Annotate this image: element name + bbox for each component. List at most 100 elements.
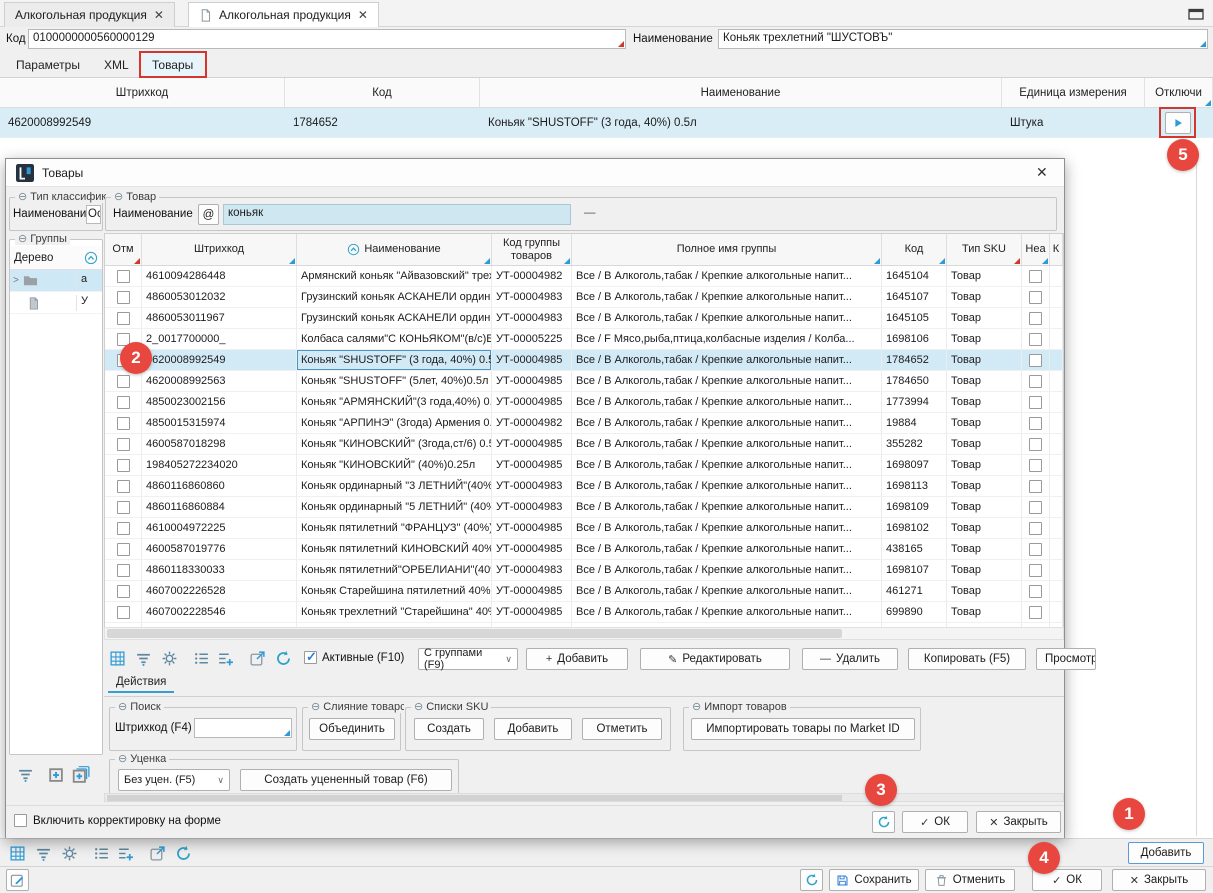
row-inactive-checkbox[interactable] [1029,354,1042,367]
row-inactive-checkbox[interactable] [1029,312,1042,325]
close-tab-icon[interactable]: ✕ [358,8,368,22]
collapse-icon[interactable]: ⊖ [118,700,127,713]
row-mark-checkbox[interactable] [117,564,130,577]
close-tab-icon[interactable]: ✕ [154,8,164,22]
classifier-input[interactable]: Ос [86,205,101,224]
col-name[interactable]: Наименование [297,234,492,265]
tab-actions[interactable]: Действия [108,673,174,693]
table-row[interactable]: 4607002226528Коньяк Старейшина пятилетни… [105,581,1063,602]
collapse-icon[interactable]: ⊖ [114,190,123,203]
table-row[interactable]: 4860116860860Коньяк ординарный "3 ЛЕТНИЙ… [105,476,1063,497]
row-mark-checkbox[interactable] [117,501,130,514]
delete-product-button[interactable]: — Удалить [802,648,898,670]
table-row[interactable]: 198405272234020Коньяк "КИНОВСКИЙ" (40%)0… [105,455,1063,476]
row-inactive-checkbox[interactable] [1029,480,1042,493]
document-tab-2[interactable]: Алкогольная продукция ✕ [188,2,379,27]
groups-mode-select[interactable]: С группами (F9) ∨ [418,648,518,670]
close-button[interactable]: ✕ Закрыть [1112,869,1206,891]
panel-hscrollbar[interactable] [104,793,1064,802]
grid-view-icon[interactable] [106,647,128,669]
export-icon[interactable] [146,842,168,864]
gear-icon[interactable] [158,647,180,669]
row-mark-checkbox[interactable] [117,438,130,451]
scrollbar-thumb[interactable] [107,795,842,801]
row-inactive-checkbox[interactable] [1029,333,1042,346]
table-row[interactable]: 4850015315974Коньяк "АРПИНЭ" (3года) Арм… [105,413,1063,434]
filter-icon[interactable] [132,647,154,669]
add-product-button[interactable]: + Добавить [526,648,628,670]
dialog-ok-button[interactable]: ✓ ОК [902,811,968,833]
list-icon[interactable] [90,842,112,864]
add-button[interactable]: Добавить [1128,842,1204,864]
expand-all-icon[interactable] [70,763,92,785]
table-row[interactable]: 4860053011967Грузинский коньяк АСКАНЕЛИ … [105,308,1063,329]
row-mark-checkbox[interactable] [117,396,130,409]
row-mark-checkbox[interactable] [117,459,130,472]
row-inactive-checkbox[interactable] [1029,459,1042,472]
refresh-icon[interactable] [272,647,294,669]
dialog-close-button[interactable]: ✕ Закрыть [976,811,1061,833]
row-inactive-checkbox[interactable] [1029,438,1042,451]
row-mark-checkbox[interactable] [117,606,130,619]
sku-mark-button[interactable]: Отметить [582,718,662,740]
window-restore-icon[interactable] [1188,6,1204,22]
table-row[interactable]: 2_0017700000_Колбаса салями"С КОНЬЯКОМ"(… [105,329,1063,350]
col-unit[interactable]: Единица измерения [1002,78,1145,107]
active-checkbox-label[interactable]: Активные (F10) [322,652,404,664]
name-input[interactable]: Коньяк трехлетний "ШУСТОВЪ" [718,29,1208,49]
gear-icon[interactable] [58,842,80,864]
row-mark-checkbox[interactable] [117,291,130,304]
table-hscrollbar[interactable] [104,627,1064,640]
scrollbar-thumb[interactable] [107,629,842,638]
row-inactive-checkbox[interactable] [1029,501,1042,514]
grid-view-icon[interactable] [6,842,28,864]
list-add-icon[interactable] [214,647,236,669]
col-k[interactable]: К [1050,234,1063,265]
save-button[interactable]: Сохранить [829,869,919,891]
row-inactive-checkbox[interactable] [1029,543,1042,556]
tree-node-item[interactable]: У [10,292,102,314]
collapse-icon[interactable]: ⊖ [18,190,27,203]
table-row[interactable]: 4610094286448Армянский коньяк "Айвазовск… [105,266,1063,287]
col-code[interactable]: Код [882,234,947,265]
row-inactive-checkbox[interactable] [1029,585,1042,598]
row-mark-checkbox[interactable] [117,312,130,325]
filter-icon[interactable] [32,842,54,864]
row-inactive-checkbox[interactable] [1029,417,1042,430]
col-inactive[interactable]: Неа [1022,234,1050,265]
table-row[interactable]: 4600587019776Коньяк пятилетний КИНОВСКИЙ… [105,539,1063,560]
table-row[interactable]: 4610004972225Коньяк пятилетний "ФРАНЦУЗ"… [105,518,1063,539]
col-sku-type[interactable]: Тип SKU [947,234,1022,265]
col-barcode[interactable]: Штрихкод [142,234,297,265]
row-inactive-checkbox[interactable] [1029,564,1042,577]
refresh-icon[interactable] [172,842,194,864]
sku-create-button[interactable]: Создать [414,718,484,740]
collapse-icon[interactable]: ⊖ [118,752,127,765]
export-icon[interactable] [246,647,268,669]
sku-add-button[interactable]: Добавить [494,718,572,740]
list-add-icon[interactable] [114,842,136,864]
copy-product-button[interactable]: Копировать (F5) [908,648,1026,670]
row-mark-checkbox[interactable] [117,585,130,598]
collapse-icon[interactable]: ⊖ [692,700,701,713]
expand-node-icon[interactable] [44,763,66,785]
col-barcode[interactable]: Штрихкод [0,78,285,107]
row-inactive-checkbox[interactable] [1029,291,1042,304]
view-product-button[interactable]: Просмотр [1036,648,1096,670]
edit-note-button[interactable] [6,869,29,891]
table-row[interactable]: 4607002228546Коньяк трехлетний "Старейши… [105,602,1063,623]
form-correction-label[interactable]: Включить корректировку на форме [33,815,221,827]
product-search-input[interactable]: коньяк [223,204,571,225]
collapse-icon[interactable]: ⊖ [414,700,423,713]
tab-parametry[interactable]: Параметры [8,51,88,78]
edit-product-button[interactable]: ✎ Редактировать [640,648,790,670]
dialog-titlebar[interactable]: Товары ✕ [6,159,1064,187]
table-row[interactable]: 4600587018298Коньяк "КИНОВСКИЙ" (3года,с… [105,434,1063,455]
dialog-close-icon[interactable]: ✕ [1036,164,1048,181]
tree-node-folder[interactable]: > а [10,270,102,292]
barcode-search-input[interactable] [194,718,292,738]
row-mark-checkbox[interactable] [117,375,130,388]
document-tab-1[interactable]: Алкогольная продукция ✕ [4,2,175,27]
refresh-button[interactable] [800,869,823,891]
active-checkbox[interactable] [304,651,317,664]
